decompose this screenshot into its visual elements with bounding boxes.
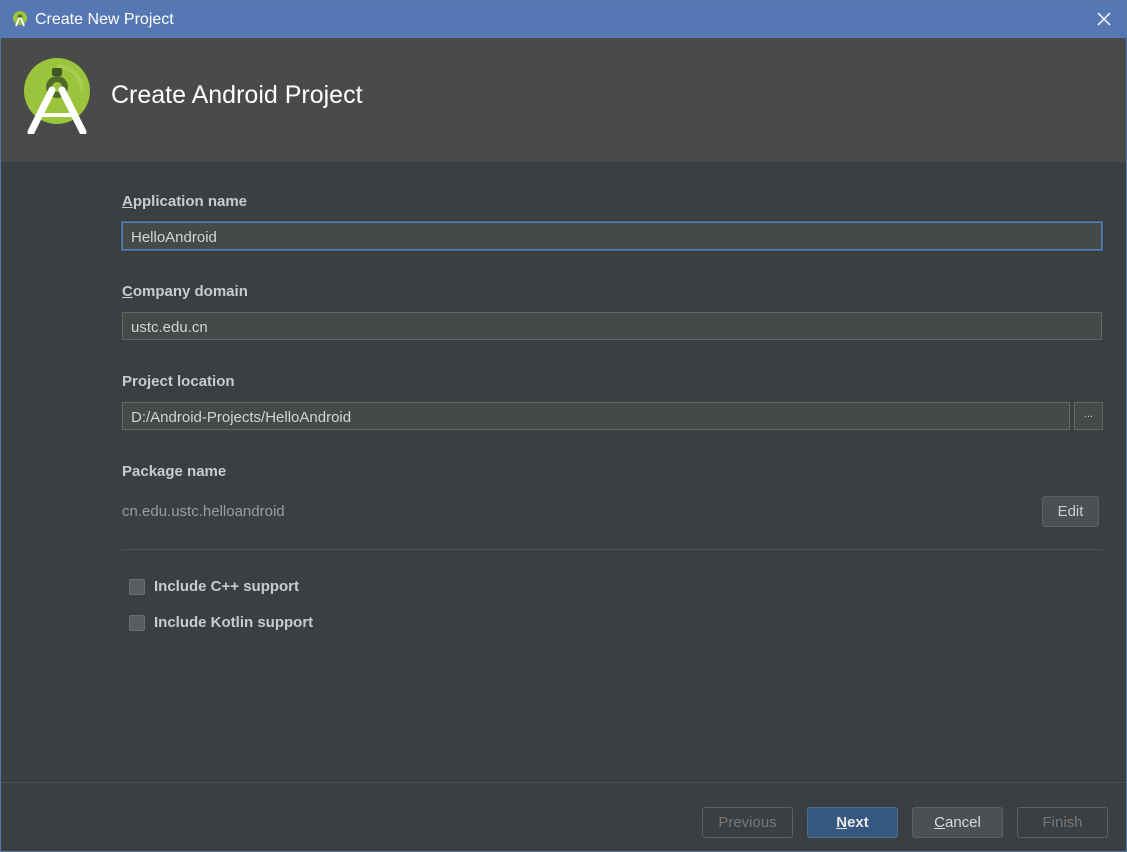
page-title: Create Android Project bbox=[111, 81, 363, 109]
finish-button[interactable]: Finish bbox=[1017, 807, 1108, 838]
create-project-dialog: Create New Project Create Android Projec… bbox=[0, 0, 1127, 852]
company-domain-label: Company domain bbox=[122, 283, 248, 300]
divider bbox=[122, 549, 1102, 550]
android-studio-logo-icon bbox=[24, 58, 90, 134]
package-name-label: Package name bbox=[122, 463, 227, 480]
application-name-input[interactable]: HelloAndroid bbox=[122, 222, 1102, 250]
cpp-support-label: Include C++ support bbox=[154, 578, 300, 595]
browse-button[interactable]: ... bbox=[1074, 402, 1103, 430]
cpp-support-checkbox[interactable] bbox=[129, 579, 145, 595]
wizard-header: Create Android Project bbox=[1, 38, 1126, 162]
next-button[interactable]: Next bbox=[807, 807, 898, 838]
project-location-input[interactable]: D:/Android-Projects/HelloAndroid bbox=[122, 402, 1070, 430]
application-name-label: Application name bbox=[122, 193, 248, 210]
edit-package-button[interactable]: Edit bbox=[1042, 496, 1099, 527]
android-studio-icon bbox=[13, 11, 27, 27]
footer-divider bbox=[1, 782, 1126, 783]
package-name-value: cn.edu.ustc.helloandroid bbox=[122, 503, 285, 520]
window-title: Create New Project bbox=[35, 11, 174, 28]
title-bar: Create New Project bbox=[1, 1, 1126, 38]
project-location-label: Project location bbox=[122, 373, 235, 390]
kotlin-support-label: Include Kotlin support bbox=[154, 614, 314, 631]
previous-button[interactable]: Previous bbox=[702, 807, 793, 838]
company-domain-input[interactable]: ustc.edu.cn bbox=[122, 312, 1102, 340]
close-icon[interactable] bbox=[1094, 9, 1114, 29]
kotlin-support-checkbox[interactable] bbox=[129, 615, 145, 631]
cancel-button[interactable]: Cancel bbox=[912, 807, 1003, 838]
